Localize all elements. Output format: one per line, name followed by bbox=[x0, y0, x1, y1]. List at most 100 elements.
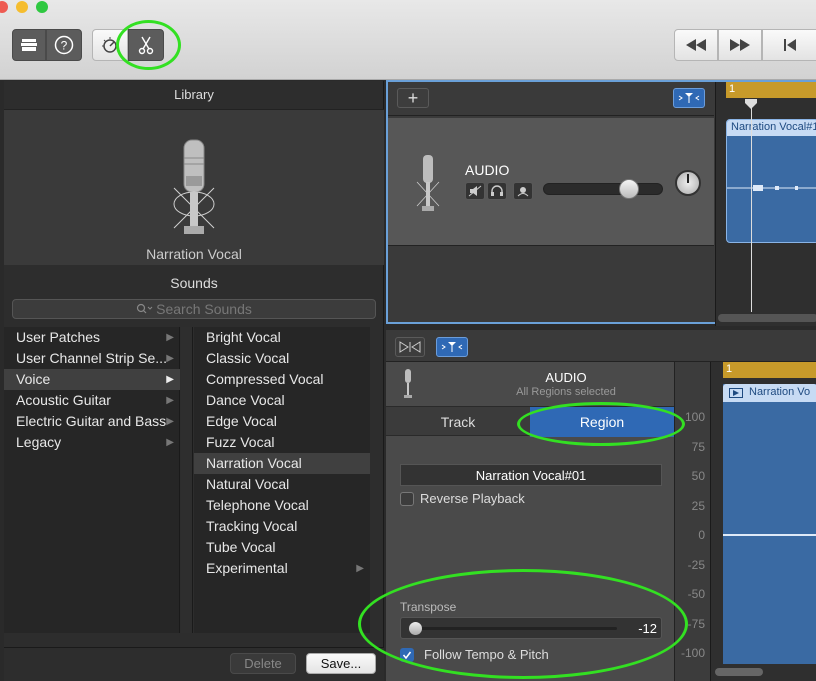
library-icon bbox=[21, 39, 37, 51]
chevron-right-icon: ▶ bbox=[356, 563, 364, 574]
toolbar: ? bbox=[0, 0, 816, 80]
playhead-icon[interactable] bbox=[744, 98, 758, 110]
audio-track-header[interactable]: AUDIO bbox=[388, 118, 714, 246]
scissors-icon bbox=[138, 36, 154, 55]
amplitude-scale: 100 75 50 25 0 -25 -50 -75 -100 bbox=[674, 362, 710, 681]
patch-item[interactable]: Classic Vocal bbox=[194, 348, 370, 369]
patch-label: Bright Vocal bbox=[206, 329, 281, 345]
pan-knob[interactable] bbox=[675, 170, 701, 196]
library-panel: Library Narration Vocal Sounds Search So… bbox=[4, 81, 384, 681]
search-placeholder: Search Sounds bbox=[156, 301, 252, 317]
library-button[interactable] bbox=[12, 29, 46, 61]
pan-knob-indicator bbox=[687, 174, 689, 183]
library-footer: Delete Save... bbox=[4, 647, 384, 681]
patch-item[interactable]: Telephone Vocal bbox=[194, 495, 370, 516]
category-item[interactable]: Legacy ▶ bbox=[4, 432, 180, 453]
close-window-button[interactable] bbox=[0, 1, 8, 13]
delete-button[interactable]: Delete bbox=[230, 653, 296, 674]
category-item[interactable]: Voice ▶ bbox=[4, 369, 180, 390]
editor-timeline: 1 Narration Vo bbox=[710, 362, 816, 681]
patch-item[interactable]: Bright Vocal bbox=[194, 327, 370, 348]
scale-tick-label: 100 bbox=[684, 410, 705, 424]
waveform bbox=[727, 185, 816, 191]
editor-cycle-ruler[interactable]: 1 bbox=[723, 362, 816, 378]
solo-button[interactable] bbox=[487, 182, 507, 200]
scale-tick-label: -50 bbox=[687, 587, 705, 601]
category-item[interactable]: User Patches ▶ bbox=[4, 327, 180, 348]
category-item[interactable]: Electric Guitar and Bass ▶ bbox=[4, 411, 180, 432]
follow-tempo-checkbox[interactable] bbox=[400, 648, 414, 662]
region-name-field[interactable]: Narration Vocal#01 bbox=[400, 464, 662, 486]
go-to-start-button[interactable] bbox=[762, 29, 816, 61]
patch-label: Tracking Vocal bbox=[206, 518, 298, 534]
category-label: Electric Guitar and Bass bbox=[16, 413, 167, 429]
tab-track[interactable]: Track bbox=[386, 407, 530, 437]
patch-item[interactable]: Tube Vocal bbox=[194, 537, 370, 558]
patch-item[interactable]: Tracking Vocal bbox=[194, 516, 370, 537]
scale-tick-label: -100 bbox=[680, 646, 705, 660]
record-enable-button[interactable] bbox=[513, 182, 533, 200]
zoom-window-button[interactable] bbox=[36, 1, 48, 13]
region-header: Narration Vocal#1 bbox=[727, 120, 816, 136]
playhead-line[interactable] bbox=[751, 102, 752, 312]
rewind-icon bbox=[686, 39, 706, 51]
editor-scrollbar[interactable] bbox=[715, 668, 763, 676]
patch-item[interactable]: Edge Vocal bbox=[194, 411, 370, 432]
chevron-right-icon: ▶ bbox=[166, 395, 174, 406]
track-mic-icon bbox=[416, 155, 440, 211]
category-item[interactable]: User Channel Strip Se... ▶ bbox=[4, 348, 180, 369]
editor-toolbar bbox=[386, 330, 816, 362]
search-sounds-input[interactable]: Search Sounds bbox=[12, 299, 376, 319]
category-item[interactable]: Acoustic Guitar ▶ bbox=[4, 390, 180, 411]
add-track-button[interactable]: + bbox=[397, 88, 429, 108]
category-column: User Patches ▶ User Channel Strip Se... ▶ Vo… bbox=[4, 327, 180, 633]
tracks-scrollbar[interactable] bbox=[718, 314, 816, 322]
scale-tick-label: 75 bbox=[691, 439, 705, 454]
tab-region[interactable]: Region bbox=[530, 407, 674, 437]
playhead-icon bbox=[678, 93, 700, 103]
patch-label: Experimental bbox=[206, 560, 288, 576]
editor-region[interactable]: Narration Vo bbox=[723, 384, 816, 664]
patch-column: Bright Vocal Classic Vocal Compressed Voca… bbox=[194, 327, 370, 633]
volume-slider[interactable] bbox=[543, 183, 663, 195]
transpose-thumb[interactable] bbox=[409, 622, 422, 635]
minimize-window-button[interactable] bbox=[16, 1, 28, 13]
flex-button[interactable] bbox=[395, 337, 425, 357]
question-icon: ? bbox=[54, 35, 74, 55]
scale-tick-label: -75 bbox=[687, 616, 705, 631]
editors-button[interactable] bbox=[128, 29, 164, 61]
fast-forward-button[interactable] bbox=[718, 29, 762, 61]
rewind-button[interactable] bbox=[674, 29, 718, 61]
scale-tick-label: 0 bbox=[698, 528, 705, 542]
patch-item[interactable]: Natural Vocal bbox=[194, 474, 370, 495]
patch-item[interactable]: Experimental ▶ bbox=[194, 558, 370, 579]
editor-region-header: Narration Vo bbox=[723, 384, 816, 402]
patch-label: Telephone Vocal bbox=[206, 497, 309, 513]
region-icon bbox=[729, 388, 743, 398]
transpose-slider[interactable]: -12 bbox=[400, 617, 662, 639]
region-inspector: AUDIO All Regions selected Track Region … bbox=[386, 362, 674, 681]
patch-label: Narration Vocal bbox=[206, 455, 302, 471]
transpose-track bbox=[415, 627, 617, 630]
input-monitor-icon bbox=[517, 187, 529, 197]
save-button[interactable]: Save... bbox=[306, 653, 376, 674]
smart-controls-button[interactable] bbox=[92, 29, 128, 61]
audio-region[interactable]: Narration Vocal#1 bbox=[726, 119, 816, 243]
go-to-start-icon bbox=[784, 39, 796, 51]
patch-name: Narration Vocal bbox=[146, 246, 242, 262]
patch-item[interactable]: Fuzz Vocal bbox=[194, 432, 370, 453]
mute-button[interactable] bbox=[465, 182, 485, 200]
quick-help-button[interactable]: ? bbox=[46, 29, 82, 61]
editor-catch-button[interactable] bbox=[436, 337, 468, 357]
track-name: AUDIO bbox=[465, 162, 510, 178]
patch-item[interactable]: Compressed Vocal bbox=[194, 369, 370, 390]
reverse-playback-checkbox[interactable] bbox=[400, 492, 414, 506]
tracks-header: + bbox=[388, 82, 714, 116]
cycle-ruler[interactable]: 1 bbox=[726, 82, 816, 98]
transpose-label: Transpose bbox=[400, 600, 457, 614]
column-divider bbox=[181, 327, 193, 633]
patch-item[interactable]: Narration Vocal bbox=[194, 453, 370, 474]
volume-slider-thumb[interactable] bbox=[619, 179, 639, 199]
catch-playhead-button[interactable] bbox=[673, 88, 705, 108]
patch-item[interactable]: Dance Vocal bbox=[194, 390, 370, 411]
